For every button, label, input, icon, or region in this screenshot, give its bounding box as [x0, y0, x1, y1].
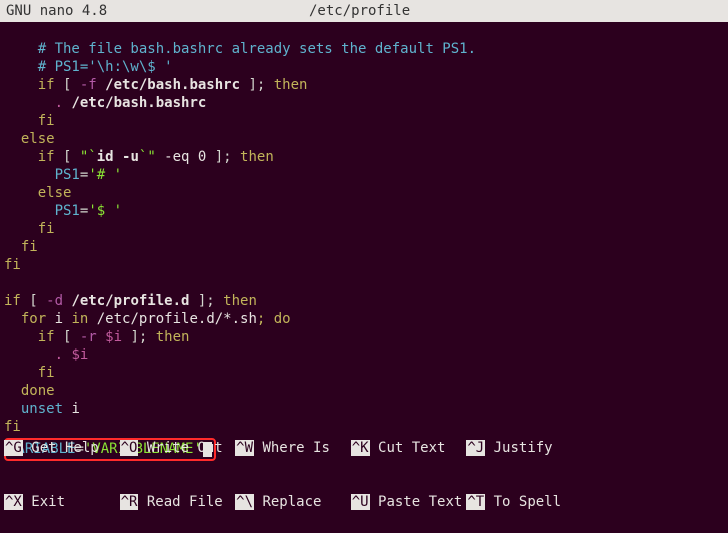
shortcut-read-file[interactable]: ^R Read File	[120, 493, 232, 511]
file-name: /etc/profile	[0, 2, 722, 20]
shortcut-justify[interactable]: ^J Justify	[466, 439, 552, 457]
shortcut-exit[interactable]: ^X Exit	[4, 493, 116, 511]
shortcut-to-spell[interactable]: ^T To Spell	[466, 493, 561, 511]
code-comment: # The file bash.bashrc already sets the …	[38, 41, 476, 57]
shortcut-paste-text[interactable]: ^U Paste Text	[351, 493, 463, 511]
shortcut-bar: ^G Get Help ^O Write Out ^W Where Is ^K …	[0, 403, 728, 531]
editor-area[interactable]: # The file bash.bashrc already sets the …	[0, 22, 728, 461]
shortcut-where-is[interactable]: ^W Where Is	[235, 439, 347, 457]
shortcut-get-help[interactable]: ^G Get Help	[4, 439, 116, 457]
code-comment: # PS1='\h:\w\$ '	[38, 59, 173, 75]
shortcut-write-out[interactable]: ^O Write Out	[120, 439, 232, 457]
shortcut-cut-text[interactable]: ^K Cut Text	[351, 439, 463, 457]
shortcut-row-1: ^G Get Help ^O Write Out ^W Where Is ^K …	[4, 439, 724, 457]
shortcut-replace[interactable]: ^\ Replace	[235, 493, 347, 511]
shortcut-row-2: ^X Exit ^R Read File ^\ Replace ^U Paste…	[4, 493, 724, 511]
titlebar: GNU nano 4.8 /etc/profile	[0, 0, 728, 22]
